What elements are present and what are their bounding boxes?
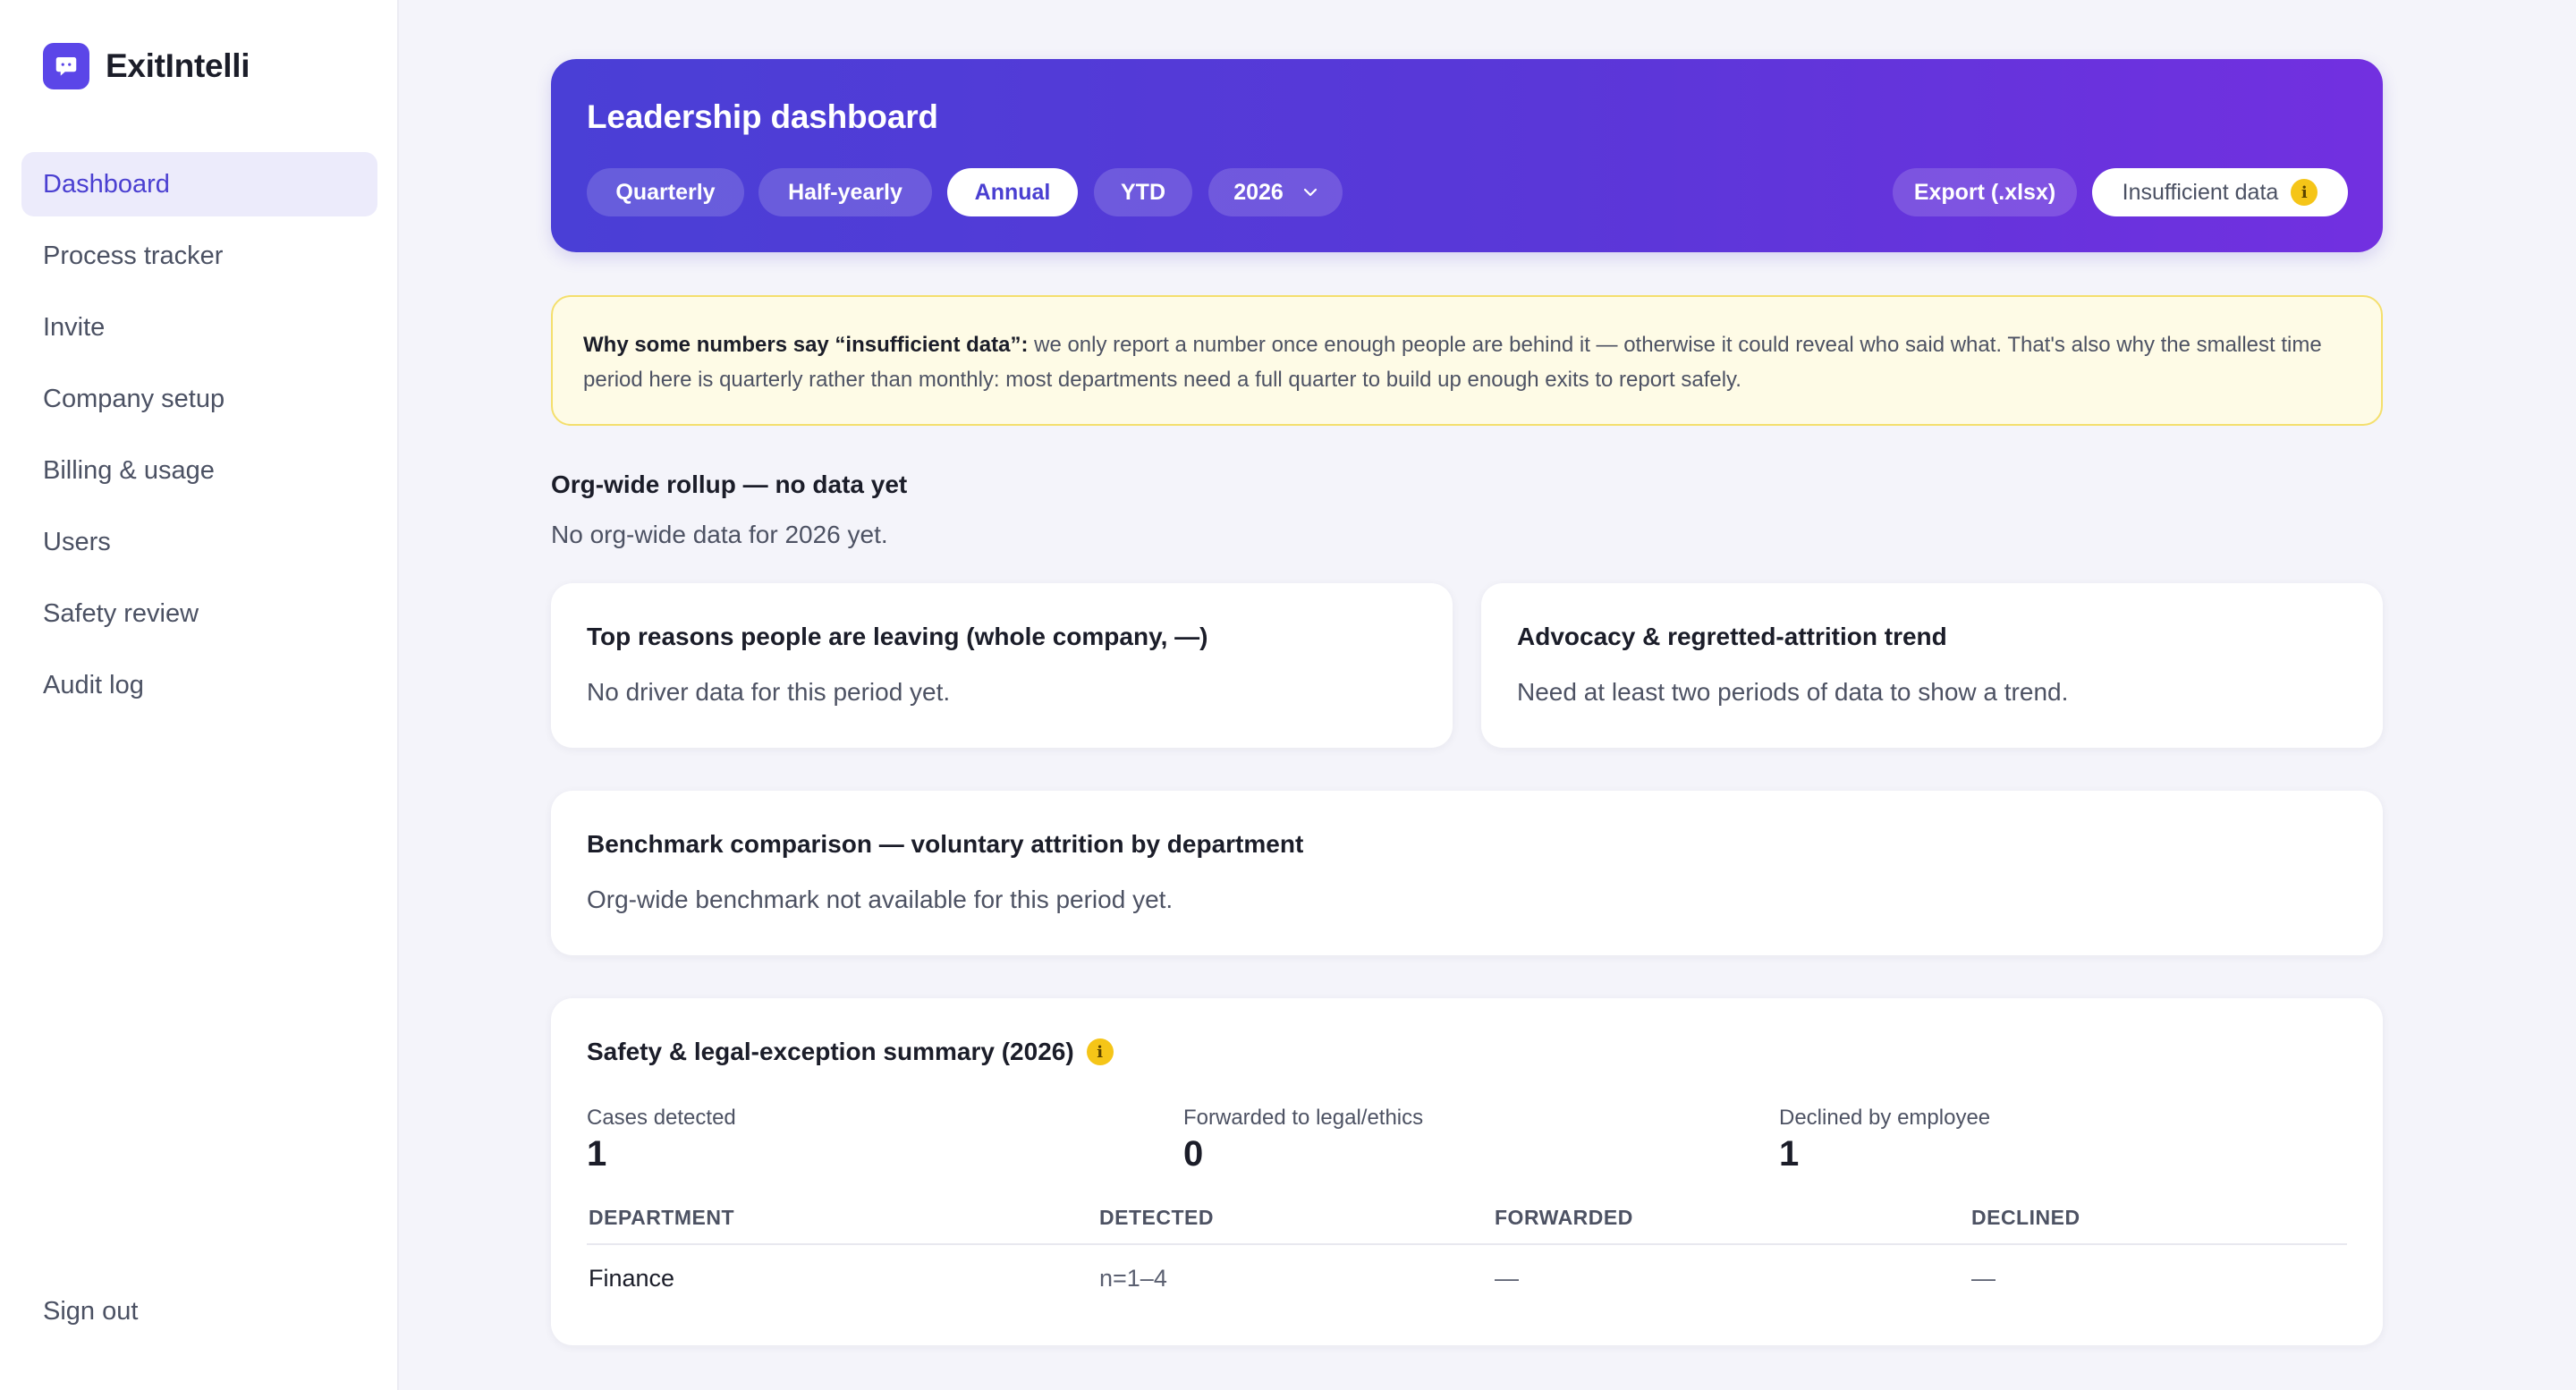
benchmark-title: Benchmark comparison — voluntary attriti… (587, 830, 1304, 858)
sidebar-item-process-tracker[interactable]: Process tracker (21, 224, 377, 288)
notice-heading: Why some numbers say “insufficient data”… (583, 333, 1029, 357)
year-select-value: 2026 (1233, 179, 1284, 205)
safety-summary-header: Safety & legal-exception summary (2026) … (587, 1038, 1114, 1066)
period-tab-ytd[interactable]: YTD (1094, 168, 1192, 216)
stat-label-cases-detected: Cases detected (587, 1106, 736, 1130)
stat-value-forwarded: 0 (1183, 1134, 1204, 1174)
year-select[interactable]: 2026 (1208, 168, 1343, 216)
top-reasons-card: Top reasons people are leaving (whole co… (551, 583, 1453, 748)
insufficient-data-label: Insufficient data (2122, 179, 2279, 205)
safety-summary-title: Safety & legal-exception summary (2026) (587, 1038, 1074, 1065)
table-cell-forwarded: — (1495, 1265, 1519, 1292)
sidebar-item-company-setup[interactable]: Company setup (21, 367, 377, 431)
benchmark-card: Benchmark comparison — voluntary attriti… (551, 791, 2383, 955)
sidebar: ExitIntelli Dashboard Process tracker In… (0, 0, 399, 1390)
chevron-down-icon (1303, 188, 1318, 197)
brand[interactable]: ExitIntelli (43, 43, 250, 89)
chat-bubble-icon (43, 43, 89, 89)
top-reasons-title: Top reasons people are leaving (whole co… (587, 623, 1208, 650)
sidebar-item-billing-usage[interactable]: Billing & usage (21, 438, 377, 503)
page-title: Leadership dashboard (587, 98, 938, 135)
benchmark-empty: Org-wide benchmark not available for thi… (587, 886, 1174, 913)
insufficient-data-badge[interactable]: Insufficient data i (2092, 168, 2348, 216)
stat-label-forwarded: Forwarded to legal/ethics (1183, 1106, 1424, 1130)
export-xlsx-button[interactable]: Export (.xlsx) (1893, 168, 2077, 216)
sidebar-nav: Dashboard Process tracker Invite Company… (21, 152, 377, 725)
info-icon: i (2291, 179, 2318, 206)
stat-label-declined: Declined by employee (1779, 1106, 1991, 1130)
table-cell-declined: — (1971, 1265, 1996, 1292)
column-header-forwarded: FORWARDED (1495, 1206, 1633, 1229)
top-reasons-empty: No driver data for this period yet. (587, 678, 951, 706)
dashboard-header: Leadership dashboard Quarterly Half-year… (551, 59, 2383, 252)
column-header-detected: DETECTED (1099, 1206, 1214, 1229)
column-header-declined: DECLINED (1971, 1206, 2080, 1229)
stat-value-declined: 1 (1779, 1134, 1800, 1174)
period-tab-half-yearly[interactable]: Half-yearly (758, 168, 932, 216)
table-cell-department: Finance (589, 1265, 675, 1292)
rollup-title: Org-wide rollup — no data yet (551, 470, 908, 498)
sidebar-item-users[interactable]: Users (21, 510, 377, 574)
rollup-subtitle: No org-wide data for 2026 yet. (551, 521, 888, 548)
sidebar-item-safety-review[interactable]: Safety review (21, 581, 377, 646)
insufficient-data-notice: Why some numbers say “insufficient data”… (551, 295, 2383, 426)
stat-value-cases-detected: 1 (587, 1134, 607, 1174)
column-header-department: DEPARTMENT (589, 1206, 735, 1229)
sidebar-item-invite[interactable]: Invite (21, 295, 377, 360)
info-icon[interactable]: i (1086, 1038, 1114, 1065)
table-divider (587, 1243, 2347, 1245)
sign-out-link[interactable]: Sign out (43, 1297, 138, 1326)
sidebar-item-dashboard[interactable]: Dashboard (21, 152, 377, 216)
sidebar-item-audit-log[interactable]: Audit log (21, 653, 377, 717)
brand-name: ExitIntelli (106, 47, 250, 84)
safety-summary-card: Safety & legal-exception summary (2026) … (551, 998, 2383, 1345)
advocacy-trend-empty: Need at least two periods of data to sho… (1517, 678, 2069, 706)
period-tab-annual[interactable]: Annual (947, 168, 1078, 216)
period-tab-quarterly[interactable]: Quarterly (587, 168, 744, 216)
advocacy-trend-card: Advocacy & regretted-attrition trend Nee… (1481, 583, 2383, 748)
table-cell-detected: n=1–4 (1099, 1265, 1167, 1292)
advocacy-trend-title: Advocacy & regretted-attrition trend (1517, 623, 1947, 650)
